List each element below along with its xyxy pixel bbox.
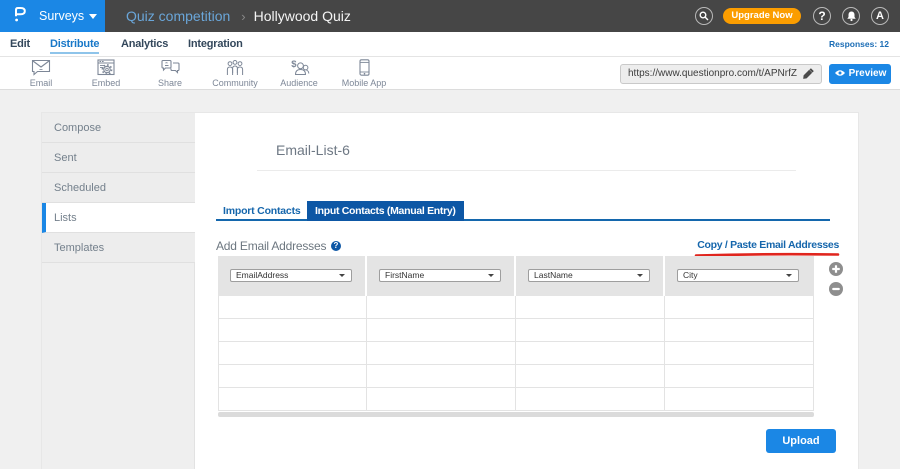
svg-text:$: $ xyxy=(291,59,297,70)
